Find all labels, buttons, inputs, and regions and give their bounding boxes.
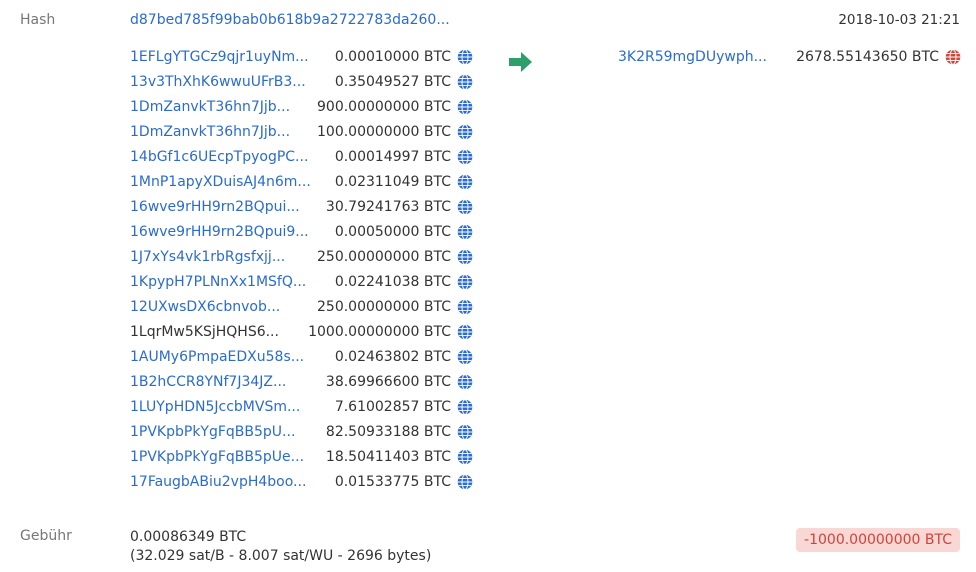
- input-address-link[interactable]: 1AUMy6PmpaEDXu58s...: [130, 347, 304, 367]
- input-amount: 900.00000000 BTC: [317, 99, 451, 115]
- input-row: 14bGf1c6UEcpTpyogPC... 0.00014997 BTC: [130, 147, 475, 172]
- input-amount: 0.00050000 BTC: [334, 224, 451, 240]
- input-row: 16wve9rHH9rn2BQpui... 30.79241763 BTC: [130, 197, 475, 222]
- input-amount: 0.00010000 BTC: [334, 49, 451, 65]
- globe-icon[interactable]: [457, 99, 473, 115]
- transaction-timestamp: 2018-10-03 21:21: [838, 12, 960, 28]
- inputs-list: 1EFLgYTGCz9qjr1uyNm... 0.00010000 BTC 13v3…: [130, 47, 475, 497]
- globe-icon[interactable]: [457, 49, 473, 65]
- input-address-link[interactable]: 13v3ThXhK6wwuUFrB3...: [130, 72, 306, 92]
- globe-icon[interactable]: [457, 74, 473, 90]
- input-amount: 30.79241763 BTC: [325, 199, 451, 215]
- globe-icon[interactable]: [457, 474, 473, 490]
- input-amount: 0.00014997 BTC: [334, 149, 451, 165]
- globe-icon[interactable]: [457, 299, 473, 315]
- input-address-link[interactable]: 1LqrMw5KSjHQHS6...: [130, 322, 279, 342]
- input-row: 1DmZanvkT36hn7Jjb... 900.00000000 BTC: [130, 97, 475, 122]
- input-address-link[interactable]: 16wve9rHH9rn2BQpui...: [130, 197, 300, 217]
- globe-icon[interactable]: [457, 449, 473, 465]
- input-amount: 0.02463802 BTC: [334, 349, 451, 365]
- fee-detail: (32.029 sat/B - 8.007 sat/WU - 2696 byte…: [130, 548, 432, 564]
- input-address-link[interactable]: 17FaugbABiu2vpH4boo...: [130, 472, 306, 492]
- input-row: 1LUYpHDN5JccbMVSm... 7.61002857 BTC: [130, 397, 475, 422]
- globe-icon[interactable]: [457, 424, 473, 440]
- input-amount: 38.69966600 BTC: [325, 374, 451, 390]
- input-address-link[interactable]: 1MnP1apyXDuisAJ4n6m...: [130, 172, 311, 192]
- globe-icon[interactable]: [457, 174, 473, 190]
- input-address-link[interactable]: 1EFLgYTGCz9qjr1uyNm...: [130, 47, 309, 67]
- transaction-hash-link[interactable]: d87bed785f99bab0b618b9a2722783da260...: [130, 12, 450, 28]
- globe-icon[interactable]: [457, 199, 473, 215]
- input-row: 1J7xYs4vk1rbRgsfxjj... 250.00000000 BTC: [130, 247, 475, 272]
- input-amount: 0.02311049 BTC: [334, 174, 451, 190]
- input-address-link[interactable]: 1J7xYs4vk1rbRgsfxjj...: [130, 247, 285, 267]
- input-row: 16wve9rHH9rn2BQpui9... 0.00050000 BTC: [130, 222, 475, 247]
- output-address-link[interactable]: 3K2R59mgDUywph...: [618, 47, 767, 67]
- globe-icon[interactable]: [457, 149, 473, 165]
- input-amount: 0.02241038 BTC: [334, 274, 451, 290]
- input-address-link[interactable]: 14bGf1c6UEcpTpyogPC...: [130, 147, 308, 167]
- input-row: 1PVKpbPkYgFqBB5pU... 82.50933188 BTC: [130, 422, 475, 447]
- input-row: 1MnP1apyXDuisAJ4n6m... 0.02311049 BTC: [130, 172, 475, 197]
- globe-icon[interactable]: [457, 374, 473, 390]
- fee-value: 0.00086349 BTC: [130, 529, 247, 545]
- input-amount: 1000.00000000 BTC: [308, 324, 451, 340]
- input-row: 1EFLgYTGCz9qjr1uyNm... 0.00010000 BTC: [130, 47, 475, 72]
- input-address-link[interactable]: 1DmZanvkT36hn7Jjb...: [130, 122, 290, 142]
- input-row: 1PVKpbPkYgFqBB5pUe... 18.50411403 BTC: [130, 447, 475, 472]
- input-amount: 250.00000000 BTC: [317, 249, 451, 265]
- input-amount: 250.00000000 BTC: [317, 299, 451, 315]
- hash-label: Hash: [20, 12, 56, 28]
- arrow-right-icon: [509, 52, 532, 72]
- globe-icon[interactable]: [945, 49, 961, 65]
- balance-change-badge: -1000.00000000 BTC: [796, 528, 960, 552]
- input-row: 1AUMy6PmpaEDXu58s... 0.02463802 BTC: [130, 347, 475, 372]
- input-row: 1DmZanvkT36hn7Jjb... 100.00000000 BTC: [130, 122, 475, 147]
- input-amount: 0.35049527 BTC: [334, 74, 451, 90]
- input-amount: 0.01533775 BTC: [334, 474, 451, 490]
- globe-icon[interactable]: [457, 349, 473, 365]
- input-address-link[interactable]: 1PVKpbPkYgFqBB5pUe...: [130, 447, 304, 467]
- input-amount: 7.61002857 BTC: [334, 399, 451, 415]
- globe-icon[interactable]: [457, 224, 473, 240]
- fee-label: Gebühr: [20, 528, 72, 544]
- globe-icon[interactable]: [457, 324, 473, 340]
- input-address-link[interactable]: 16wve9rHH9rn2BQpui9...: [130, 222, 309, 242]
- globe-icon[interactable]: [457, 124, 473, 140]
- globe-icon[interactable]: [457, 249, 473, 265]
- input-row: 1B2hCCR8YNf7J34JZ... 38.69966600 BTC: [130, 372, 475, 397]
- input-amount: 100.00000000 BTC: [317, 124, 451, 140]
- input-address-link[interactable]: 1B2hCCR8YNf7J34JZ...: [130, 372, 286, 392]
- input-address-link[interactable]: 1KpypH7PLNnXx1MSfQ...: [130, 272, 306, 292]
- input-address-link[interactable]: 1LUYpHDN5JccbMVSm...: [130, 397, 300, 417]
- input-amount: 18.50411403 BTC: [325, 449, 451, 465]
- input-row: 1KpypH7PLNnXx1MSfQ... 0.02241038 BTC: [130, 272, 475, 297]
- output-row: 3K2R59mgDUywph... 2678.55143650 BTC: [618, 47, 963, 69]
- input-address-link[interactable]: 1DmZanvkT36hn7Jjb...: [130, 97, 290, 117]
- input-row: 12UXwsDX6cbnvob... 250.00000000 BTC: [130, 297, 475, 322]
- input-address-link[interactable]: 1PVKpbPkYgFqBB5pU...: [130, 422, 295, 442]
- output-amount: 2678.55143650 BTC: [796, 49, 939, 65]
- input-row: 1LqrMw5KSjHQHS6... 1000.00000000 BTC: [130, 322, 475, 347]
- input-row: 13v3ThXhK6wwuUFrB3... 0.35049527 BTC: [130, 72, 475, 97]
- input-address-link[interactable]: 12UXwsDX6cbnvob...: [130, 297, 280, 317]
- globe-icon[interactable]: [457, 399, 473, 415]
- input-row: 17FaugbABiu2vpH4boo... 0.01533775 BTC: [130, 472, 475, 497]
- input-amount: 82.50933188 BTC: [325, 424, 451, 440]
- globe-icon[interactable]: [457, 274, 473, 290]
